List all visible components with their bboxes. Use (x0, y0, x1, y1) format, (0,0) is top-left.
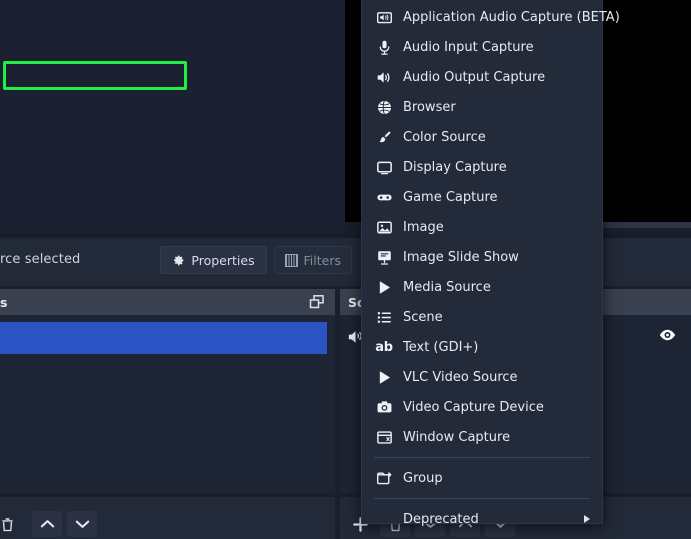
menu-separator (374, 498, 590, 499)
menu-item-label: Media Source (403, 280, 491, 295)
menu-item-label: Image (403, 220, 444, 235)
filters-icon (285, 254, 298, 267)
menu-item-label: Group (403, 471, 443, 486)
image-icon (374, 217, 394, 237)
menu-item-image[interactable]: Image (362, 212, 602, 242)
remove-scene-button[interactable] (0, 511, 22, 537)
menu-separator (374, 457, 590, 458)
folder-icon (374, 468, 394, 488)
menu-item-label: Window Capture (403, 430, 510, 445)
menu-item-label: Scene (403, 310, 443, 325)
menu-item-label: Game Capture (403, 190, 498, 205)
obs-main-window: rce selected Properties Filters s So (0, 0, 691, 539)
play-icon (374, 277, 394, 297)
gear-icon (172, 254, 185, 267)
gamepad-icon (374, 187, 394, 207)
menu-item-label: Video Capture Device (403, 400, 544, 415)
menu-item-audio-output-capture[interactable]: Audio Output Capture (362, 62, 602, 92)
menu-item-label: Color Source (403, 130, 486, 145)
filters-button[interactable]: Filters (274, 246, 352, 274)
menu-item-deprecated[interactable]: Deprecated (362, 504, 602, 534)
menu-item-label: Application Audio Capture (BETA) (403, 10, 620, 25)
app-audio-capture-icon (374, 7, 394, 27)
menu-item-browser[interactable]: Browser (362, 92, 602, 122)
menu-item-group[interactable]: Group (362, 463, 602, 493)
menu-item-label: VLC Video Source (403, 370, 518, 385)
preview-canvas-left (0, 0, 345, 233)
menu-item-color-source[interactable]: Color Source (362, 122, 602, 152)
menu-item-label: Display Capture (403, 160, 507, 175)
microphone-icon (374, 37, 394, 57)
camera-icon (374, 397, 394, 417)
menu-item-label: Audio Input Capture (403, 40, 534, 55)
eye-icon[interactable] (658, 328, 677, 344)
paintbrush-icon (374, 127, 394, 147)
menu-item-label: Audio Output Capture (403, 70, 545, 85)
menu-item-text-gdi[interactable]: ab Text (GDI+) (362, 332, 602, 362)
no-source-selected-label: rce selected (0, 252, 80, 267)
properties-button[interactable]: Properties (160, 246, 267, 274)
menu-item-image-slide-show[interactable]: Image Slide Show (362, 242, 602, 272)
list-icon (374, 307, 394, 327)
properties-button-label: Properties (191, 253, 254, 268)
move-scene-up-button[interactable] (32, 511, 62, 537)
popout-windows-icon[interactable] (309, 295, 325, 309)
menu-item-game-capture[interactable]: Game Capture (362, 182, 602, 212)
move-scene-down-button[interactable] (67, 511, 97, 537)
menu-item-scene[interactable]: Scene (362, 302, 602, 332)
menu-item-video-capture-device[interactable]: Video Capture Device (362, 392, 602, 422)
menu-item-audio-input-capture[interactable]: Audio Input Capture (362, 32, 602, 62)
scenes-panel-header: s (0, 289, 335, 315)
add-source-context-menu[interactable]: Application Audio Capture (BETA) Audio In… (361, 0, 603, 524)
preview-bottom-edge (600, 222, 691, 228)
window-icon (374, 427, 394, 447)
menu-item-vlc-video-source[interactable]: VLC Video Source (362, 362, 602, 392)
menu-item-label: Text (GDI+) (403, 340, 478, 355)
slideshow-icon (374, 247, 394, 267)
menu-item-label: Browser (403, 100, 456, 115)
menu-item-media-source[interactable]: Media Source (362, 272, 602, 302)
menu-item-window-capture[interactable]: Window Capture (362, 422, 602, 452)
menu-item-label: Image Slide Show (403, 250, 519, 265)
speaker-icon (374, 67, 394, 87)
globe-icon (374, 97, 394, 117)
chevron-right-icon (584, 515, 590, 523)
scenes-panel-title: s (0, 295, 7, 310)
menu-item-display-capture[interactable]: Display Capture (362, 152, 602, 182)
scenes-list-item-selected[interactable] (0, 322, 327, 354)
text-ab-icon: ab (374, 337, 394, 357)
monitor-icon (374, 157, 394, 177)
menu-item-application-audio-capture-beta[interactable]: Application Audio Capture (BETA) (362, 2, 602, 32)
filters-button-label: Filters (304, 253, 341, 268)
play-icon (374, 367, 394, 387)
menu-item-label: Deprecated (403, 512, 479, 527)
